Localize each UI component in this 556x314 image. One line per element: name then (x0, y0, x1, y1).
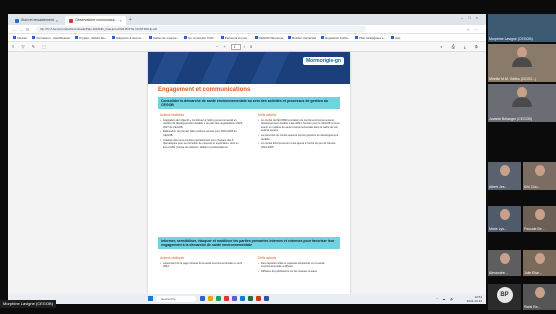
system-tray-icons[interactable]: ^ ☁ 🔊 (436, 297, 456, 301)
shared-screen: Suivi et encadrement × Observatoire commu… (8, 14, 486, 304)
pdf-left-tools[interactable]: ≡ ▽ ✎ ⬚ (12, 44, 49, 49)
participant-tile[interactable]: Albert Jes... (488, 162, 521, 190)
taskbar-apps (200, 296, 269, 301)
actions-column: Actions réalisées Intégration de l'objec… (160, 113, 244, 150)
bookmark-item[interactable]: Ado (391, 36, 400, 40)
window-controls[interactable]: –□× (461, 15, 483, 20)
bookmark-item[interactable]: Connexion - Identification (32, 36, 70, 40)
challenges-column: Défis actuels Le comité de l'ÉCOBR la cr… (258, 113, 342, 150)
bookmark-item[interactable]: Cahier de mesure... (148, 36, 179, 40)
app-icon[interactable] (224, 296, 229, 301)
browser-tab[interactable]: Suivi et encadrement × (11, 16, 62, 25)
bookmarks-bar: Intranet Connexion - Identification Crys… (8, 34, 486, 42)
section-highlight: Informer, sensibiliser, éduquer et mobil… (158, 237, 340, 249)
org-logo: Mormorigie-gn (303, 57, 344, 65)
bookmark-item[interactable]: Exposition Archiv... (321, 36, 350, 40)
browser-tab-active[interactable]: Observatoire communaut... × (65, 16, 126, 25)
browser-tabbar: Suivi et encadrement × Observatoire commu… (8, 14, 486, 25)
avatar: BP (496, 287, 513, 303)
section-highlight: Consolider la démarche de santé environn… (158, 97, 340, 109)
close-icon[interactable]: × (56, 16, 58, 25)
page-total: / 5 (243, 44, 255, 49)
close-icon[interactable]: × (119, 16, 121, 25)
bookmark-item[interactable]: CEGOD Réunions (254, 36, 283, 40)
pdf-icon (69, 18, 74, 23)
clock[interactable]: 10:53 2024-10-24 (467, 295, 482, 303)
participant-video (534, 165, 545, 176)
participant-video (534, 209, 545, 220)
participant-tile[interactable]: Rafal Ra... (523, 284, 556, 310)
bookmark-item[interactable]: Pensions et pres... (220, 36, 250, 40)
folder-icon[interactable] (208, 296, 213, 301)
meeting-window: Suivi et encadrement × Observatoire commu… (0, 0, 556, 314)
app-icon[interactable] (216, 296, 221, 301)
page-number-input[interactable]: 1 (230, 43, 241, 50)
url-field[interactable]: file:///C:/Users/Aurelie/Downloads/Plan-… (36, 26, 367, 32)
pdf-toolbar: ≡ ▽ ✎ ⬚ − + 1 / 5 ⌕ ⎙ ⤓ ⚙ (8, 42, 486, 52)
pdf-page-controls: − + 1 / 5 (216, 43, 255, 50)
pdf-viewer[interactable]: Mormorigie-gn Engagement et communicatio… (8, 52, 486, 294)
participant-tile[interactable]: Julie Eise... (523, 250, 556, 276)
actions-column: Actions réalisées Lancement de la page i… (160, 256, 244, 270)
teams-icon[interactable] (232, 296, 237, 301)
participant-video (499, 253, 510, 264)
participant-tile[interactable]: Marie Lys... (488, 206, 521, 232)
bookmark-item[interactable]: Plan stratégique e... (355, 36, 386, 40)
pdf-page: Mormorigie-gn Engagement et communicatio… (148, 52, 350, 294)
page-icon (15, 18, 19, 23)
participant-video (534, 253, 545, 264)
navigation-buttons[interactable]: ←→↻ (12, 27, 32, 32)
participant-tile[interactable]: Alexandre... (488, 250, 521, 276)
active-speaker-label: Morphine Lavigne (CEGOB) (0, 300, 57, 308)
powerpoint-icon[interactable] (256, 296, 261, 301)
participant-video (534, 287, 545, 298)
pdf-right-tools[interactable]: ⌕ ⎙ ⤓ ⚙ (440, 44, 482, 49)
page-title: Engagement et communications (158, 87, 251, 93)
participant-tile[interactable]: Morphine Lavigne (CEGOB) (488, 14, 556, 42)
app-icon[interactable] (200, 296, 205, 301)
bookmark-item[interactable]: Intranet (13, 36, 27, 40)
page-banner: Mormorigie-gn (148, 52, 350, 84)
participant-tile[interactable]: Eric Cou... (523, 162, 556, 190)
edge-icon[interactable] (240, 296, 245, 301)
new-tab-button[interactable]: + (129, 16, 132, 25)
participant-tile[interactable]: BP (488, 284, 521, 310)
bookmark-item[interactable]: Crystal - CEGO-ide... (75, 36, 107, 40)
zoom-buttons[interactable]: − + (216, 44, 228, 49)
participant-tile[interactable]: Pascale Be... (523, 206, 556, 232)
participant-tile[interactable]: Mireille M.M. Gelles (CEGO...) (488, 44, 556, 82)
challenges-column: Défis actuels Des capsules vidéo et caps… (258, 256, 342, 274)
participant-video (499, 165, 510, 176)
windows-taskbar: Recherche ^ ☁ 🔊 10:53 2024-10-24 (8, 294, 486, 304)
participant-video (499, 209, 510, 220)
excel-icon[interactable] (248, 296, 253, 301)
word-icon[interactable] (264, 296, 269, 301)
bookmark-item[interactable]: Un construire CCD... (184, 36, 216, 40)
windows-start-icon[interactable] (148, 296, 153, 301)
bookmark-item[interactable]: Rubber Université (288, 36, 316, 40)
taskbar-search[interactable]: Recherche (156, 296, 196, 302)
bookmark-item[interactable]: Rapports & docum... (112, 36, 144, 40)
browser-tools[interactable]: ☆⋯ (466, 27, 482, 32)
participant-tile[interactable]: Jovanie Belanger (CEGOB) (488, 84, 556, 122)
address-bar: ←→↻ file:///C:/Users/Aurelie/Downloads/P… (8, 25, 486, 34)
